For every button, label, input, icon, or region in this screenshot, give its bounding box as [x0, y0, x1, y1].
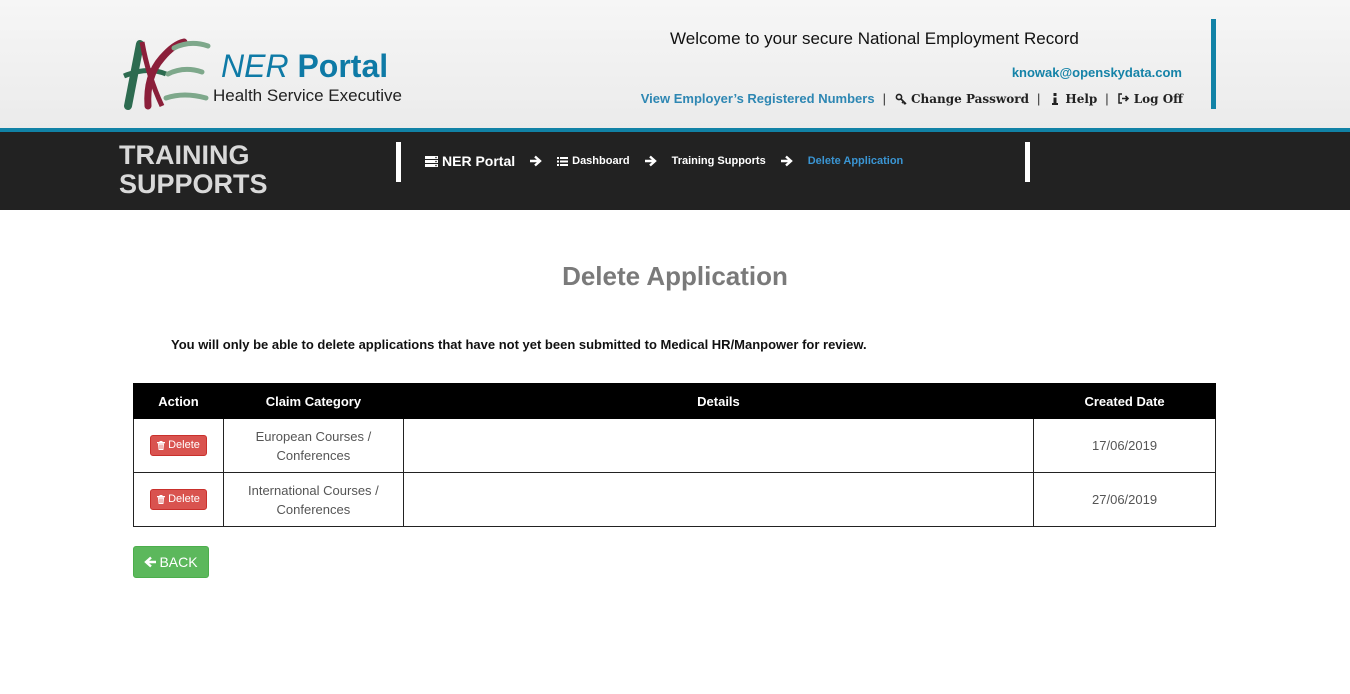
delete-button[interactable]: Delete: [150, 489, 207, 510]
log-off-label: Log Off: [1133, 91, 1183, 106]
section-title: TRAINING SUPPORTS: [119, 141, 268, 199]
user-email: knowak@openskydata.com: [1011, 65, 1182, 80]
trash-icon: [157, 495, 166, 504]
help-label: Help: [1065, 91, 1098, 106]
breadcrumb-label: Dashboard: [572, 155, 630, 167]
portal-title-portal: Portal: [297, 48, 389, 84]
link-separator: |: [1105, 91, 1109, 106]
column-header-created-date: Created Date: [1033, 383, 1216, 419]
action-cell: Delete: [133, 472, 224, 527]
action-cell: Delete: [133, 418, 224, 473]
column-header-claim-category: Claim Category: [222, 383, 404, 419]
table-header-row: Action Claim Category Details Created Da…: [133, 383, 1216, 419]
breadcrumb-label: NER Portal: [442, 153, 516, 169]
key-icon: [894, 93, 908, 105]
breadcrumb: NER Portal Dashboard Training Supports D…: [425, 152, 903, 170]
breadcrumb-label: Training Supports: [671, 155, 766, 167]
claim-category-cell: International Courses / Conferences: [222, 472, 404, 527]
back-button[interactable]: BACK: [133, 546, 209, 578]
welcome-message: Welcome to your secure National Employme…: [670, 29, 1079, 48]
section-title-line2: SUPPORTS: [119, 169, 268, 199]
link-separator: |: [1036, 91, 1041, 106]
column-header-action: Action: [133, 383, 224, 419]
nav-divider-left: [396, 142, 401, 182]
table-row: Delete International Courses / Conferenc…: [133, 472, 1216, 527]
header-links: View Employer’s Registered Numbers | Cha…: [641, 91, 1183, 106]
hse-logo: [123, 38, 211, 110]
change-password-link[interactable]: Change Password: [894, 92, 1029, 106]
list-icon: [557, 156, 569, 166]
claim-category-cell: European Courses / Conferences: [222, 418, 404, 473]
portal-title: NER Portal: [221, 46, 388, 86]
nav-bar: TRAINING SUPPORTS NER Portal Dashboard T…: [0, 132, 1350, 210]
log-off-link[interactable]: Log Off: [1117, 92, 1183, 106]
claim-category-line: International Courses /: [247, 482, 379, 498]
help-link[interactable]: Help: [1048, 92, 1097, 106]
breadcrumb-ner-portal[interactable]: NER Portal: [425, 153, 515, 169]
table-row: Delete European Courses / Conferences 17…: [133, 418, 1216, 473]
page-title: Delete Application: [562, 261, 788, 291]
claim-category-line: European Courses /: [255, 428, 372, 444]
applications-table: Action Claim Category Details Created Da…: [133, 383, 1216, 527]
arrow-right-icon: [780, 155, 793, 167]
created-date-cell: 17/06/2019: [1033, 418, 1216, 473]
sign-out-icon: [1117, 93, 1131, 104]
nav-divider-right: [1025, 142, 1030, 182]
change-password-label: Change Password: [910, 91, 1029, 106]
breadcrumb-delete-application: Delete Application: [808, 155, 904, 167]
created-date-cell: 27/06/2019: [1033, 472, 1216, 527]
details-cell: [402, 472, 1035, 527]
portal-title-ner: NER: [221, 48, 289, 84]
breadcrumb-dashboard[interactable]: Dashboard: [557, 155, 630, 167]
arrow-right-icon: [644, 155, 657, 167]
delete-label: Delete: [168, 493, 200, 505]
delete-label: Delete: [168, 439, 200, 451]
page-header: NER Portal Health Service Executive Welc…: [0, 0, 1350, 128]
link-separator: |: [882, 91, 886, 106]
details-cell: [402, 418, 1035, 473]
arrow-right-icon: [530, 155, 542, 167]
back-label: BACK: [159, 554, 198, 570]
server-icon: [425, 155, 438, 167]
arrow-left-icon: [144, 556, 157, 568]
registered-numbers-link[interactable]: View Employer’s Registered Numbers: [641, 91, 875, 106]
header-accent-bar: [1211, 19, 1216, 109]
breadcrumb-training-supports[interactable]: Training Supports: [672, 155, 766, 167]
portal-subtitle: Health Service Executive: [213, 86, 402, 105]
info-icon: [1048, 92, 1062, 105]
section-title-line1: TRAINING: [119, 140, 250, 170]
delete-note: You will only be able to delete applicat…: [171, 337, 867, 352]
breadcrumb-label: Delete Application: [807, 155, 904, 167]
trash-icon: [157, 441, 166, 450]
column-header-details: Details: [402, 383, 1035, 419]
claim-category-line: Conferences: [276, 501, 351, 517]
claim-category-line: Conferences: [276, 447, 351, 463]
delete-button[interactable]: Delete: [150, 435, 207, 456]
